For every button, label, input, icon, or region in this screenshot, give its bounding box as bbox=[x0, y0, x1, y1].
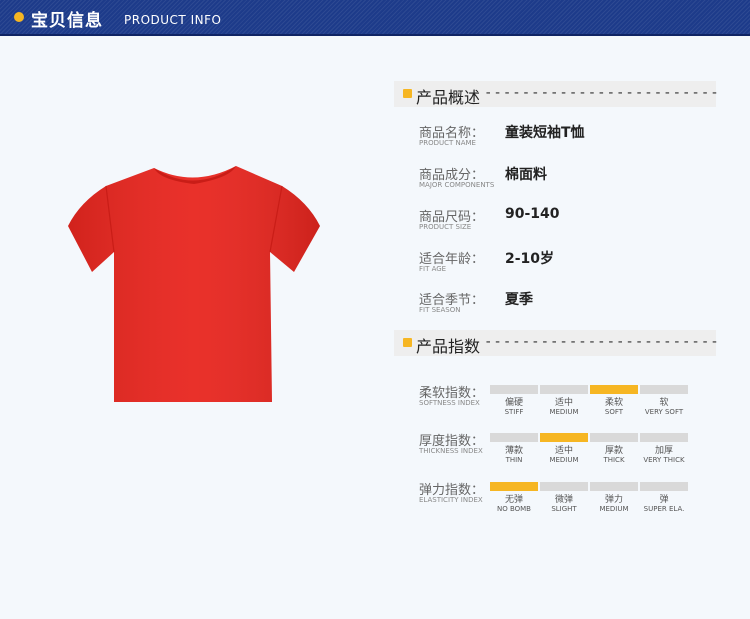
header-title-en: PRODUCT INFO bbox=[124, 13, 222, 27]
index-segment bbox=[590, 385, 638, 394]
info-value: 童装短袖T恤 bbox=[505, 125, 585, 141]
option-en: MEDIUM bbox=[549, 408, 579, 416]
index-option: 适中 MEDIUM bbox=[540, 446, 588, 465]
overview-title: 产品概述 bbox=[416, 88, 481, 107]
overview-section-bar: 产品概述 ------------------------- bbox=[394, 81, 719, 107]
index-segment bbox=[490, 385, 538, 394]
option-en: SUPER ELA. bbox=[643, 505, 685, 513]
index-option: 无弹 NO BOMB bbox=[490, 495, 538, 514]
option-cn: 软 bbox=[659, 398, 669, 408]
index-sub: THICKNESS INDEX bbox=[419, 447, 483, 455]
option-en: MEDIUM bbox=[549, 456, 579, 464]
info-value: 2-10岁 bbox=[505, 251, 555, 267]
info-sub: PRODUCT SIZE bbox=[419, 223, 472, 231]
index-option: 弹 SUPER ELA. bbox=[640, 495, 688, 514]
option-en: STIFF bbox=[504, 408, 524, 416]
option-en: NO BOMB bbox=[496, 505, 531, 513]
option-en: SOFT bbox=[604, 408, 624, 416]
index-option: 薄款 THIN bbox=[490, 446, 538, 465]
info-sub: MAJOR COMPONENTS bbox=[419, 181, 495, 189]
index-option: 适中 MEDIUM bbox=[540, 398, 588, 417]
index-option: 软 VERY SOFT bbox=[640, 398, 688, 417]
option-cn: 微弹 bbox=[554, 495, 573, 505]
option-en: VERY THICK bbox=[643, 456, 685, 464]
option-cn: 厚款 bbox=[604, 446, 623, 456]
index-segment bbox=[590, 433, 638, 442]
index-row-softness: 柔软指数： SOFTNESS INDEX 偏硬 STIFF 适中 MEDIUM 柔软… bbox=[419, 382, 709, 422]
index-segment bbox=[590, 482, 638, 491]
index-option: 微弹 SLIGHT bbox=[540, 495, 588, 514]
option-cn: 弹 bbox=[659, 495, 669, 505]
info-value: 夏季 bbox=[505, 292, 533, 308]
option-cn: 薄款 bbox=[504, 446, 523, 456]
option-en: THICK bbox=[603, 456, 625, 464]
index-option: 弹力 MEDIUM bbox=[590, 495, 638, 514]
option-en: VERY SOFT bbox=[644, 408, 684, 416]
option-cn: 无弹 bbox=[504, 495, 523, 505]
tshirt-shade bbox=[68, 166, 320, 402]
square-bullet-icon bbox=[403, 89, 412, 98]
square-bullet-icon bbox=[403, 338, 412, 347]
index-segment bbox=[540, 482, 588, 491]
option-cn: 柔软 bbox=[604, 398, 623, 408]
index-title: 产品指数 bbox=[416, 337, 481, 356]
info-sub: FIT SEASON bbox=[419, 306, 461, 314]
index-dashes: ------------------------- bbox=[484, 334, 720, 350]
info-sub: FIT AGE bbox=[419, 265, 447, 273]
index-row-elasticity: 弹力指数： ELASTICITY INDEX 无弹 NO BOMB 微弹 SLIGH… bbox=[419, 479, 709, 519]
index-section-bar: 产品指数 ------------------------- bbox=[394, 330, 719, 356]
index-sub: ELASTICITY INDEX bbox=[419, 496, 483, 504]
index-segment bbox=[490, 433, 538, 442]
index-segment bbox=[640, 482, 688, 491]
option-cn: 适中 bbox=[554, 446, 573, 456]
header-title-cn: 宝贝信息 bbox=[31, 11, 103, 31]
option-en: THIN bbox=[505, 456, 523, 464]
index-segment bbox=[640, 433, 688, 442]
option-cn: 偏硬 bbox=[504, 398, 523, 408]
info-sub: PRODUCT NAME bbox=[419, 139, 476, 147]
option-en: MEDIUM bbox=[599, 505, 629, 513]
index-sub: SOFTNESS INDEX bbox=[419, 399, 480, 407]
info-value: 棉面料 bbox=[505, 167, 547, 183]
option-cn: 加厚 bbox=[654, 446, 673, 456]
index-segment bbox=[540, 433, 588, 442]
option-cn: 弹力 bbox=[604, 495, 623, 505]
index-option: 加厚 VERY THICK bbox=[640, 446, 688, 465]
option-en: SLIGHT bbox=[551, 505, 577, 513]
option-cn: 适中 bbox=[554, 398, 573, 408]
bullet-dot-icon bbox=[14, 12, 24, 22]
overview-dashes: ------------------------- bbox=[484, 85, 720, 101]
index-row-thickness: 厚度指数： THICKNESS INDEX 薄款 THIN 适中 MEDIUM 厚款… bbox=[419, 430, 709, 470]
info-value: 90-140 bbox=[505, 206, 560, 222]
header-banner: 宝贝信息 PRODUCT INFO bbox=[0, 0, 750, 36]
product-image bbox=[68, 166, 320, 402]
index-segment bbox=[540, 385, 588, 394]
index-option: 厚款 THICK bbox=[590, 446, 638, 465]
index-option: 偏硬 STIFF bbox=[490, 398, 538, 417]
index-option: 柔软 SOFT bbox=[590, 398, 638, 417]
index-segment bbox=[490, 482, 538, 491]
index-segment bbox=[640, 385, 688, 394]
